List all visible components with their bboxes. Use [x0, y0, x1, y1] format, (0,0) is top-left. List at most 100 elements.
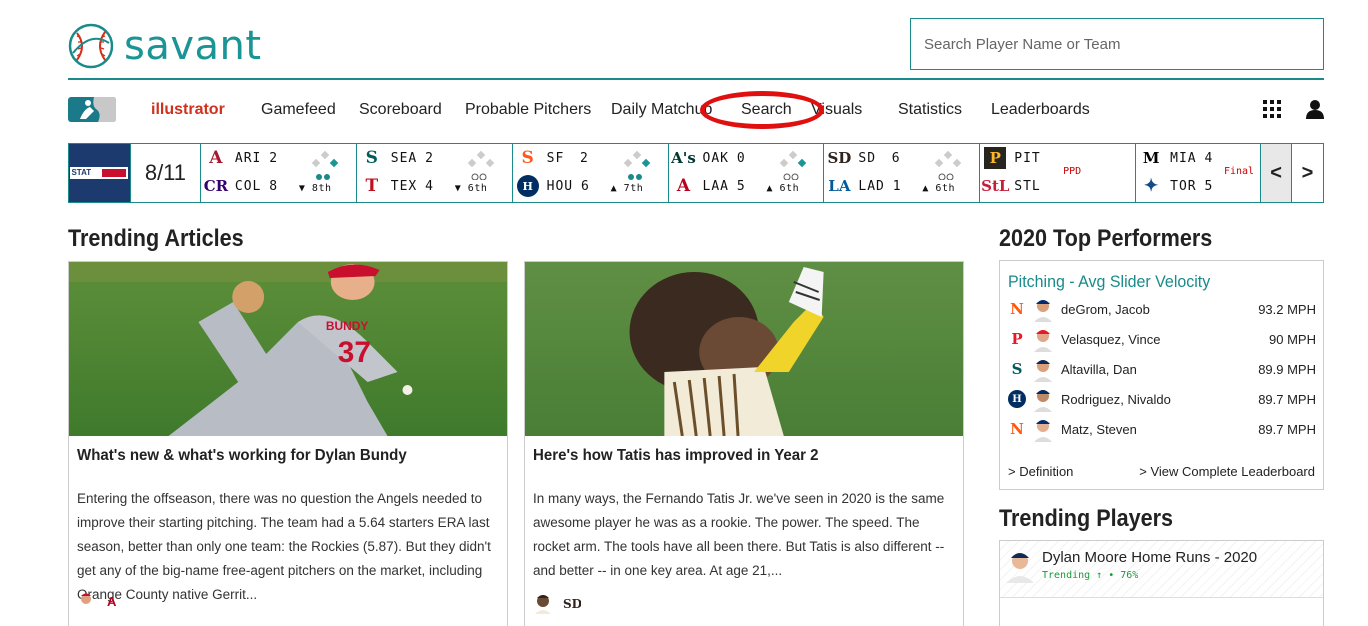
home-score: 5: [736, 178, 745, 194]
user-icon[interactable]: [1305, 99, 1325, 119]
jersey-number-text: 37: [338, 336, 371, 369]
nav-statistics[interactable]: Statistics: [898, 101, 962, 119]
home-team: HOU: [546, 178, 574, 194]
savant-logo[interactable]: savant: [68, 22, 262, 70]
nav-scoreboard[interactable]: Scoreboard: [359, 101, 442, 119]
trending-indicator: Trending ↑ • 76%: [1042, 570, 1139, 581]
athletics-icon: A's: [671, 149, 696, 167]
game-card[interactable]: S SEA 2 T TEX 4 ▼ 6th: [357, 144, 513, 202]
article-title[interactable]: What's new & what's working for Dylan Bu…: [77, 447, 407, 465]
player-headshot-icon: [535, 595, 551, 614]
article-card[interactable]: BUNDY 37 What's new & what's working for…: [68, 261, 508, 626]
player-name: Velasquez, Vince: [1061, 331, 1161, 347]
mets-icon: N: [1010, 300, 1024, 318]
game-status: Final: [1223, 166, 1255, 177]
player-name: deGrom, Jacob: [1061, 301, 1150, 317]
search-highlight-oval: [700, 91, 824, 129]
away-score: 2: [269, 150, 278, 166]
apps-grid-icon[interactable]: [1263, 100, 1281, 118]
away-score: 6: [891, 150, 900, 166]
player-value: 89.7 MPH: [1258, 391, 1316, 407]
padres-icon: SD: [563, 597, 581, 611]
player-value: 90 MPH: [1269, 331, 1316, 347]
trending-player-name: Dylan Moore Home Runs - 2020: [1042, 549, 1258, 566]
main-nav: illustrator Gamefeed Scoreboard Probable…: [68, 91, 1325, 129]
performer-row[interactable]: N Matz, Steven 89.7 MPH: [1008, 416, 1316, 442]
game-card[interactable]: SD SD 6 LA LAD 1 ▲ 6th: [824, 144, 981, 202]
game-card[interactable]: A ARI 2 CR COL 8 ▼ 8th: [201, 144, 357, 202]
angels-icon: A: [107, 594, 117, 609]
nav-leaderboards[interactable]: Leaderboards: [991, 101, 1090, 119]
game-card[interactable]: S SF 2 H HOU 6 ▲ 7th: [513, 144, 669, 202]
inning-indicator: ▲ 6th: [766, 183, 800, 194]
home-score: 1: [892, 178, 901, 194]
player-name: Matz, Steven: [1061, 421, 1137, 437]
nav-probable-pitchers[interactable]: Probable Pitchers: [465, 101, 591, 119]
nav-illustrator[interactable]: illustrator: [151, 101, 225, 119]
bases-diamond-icon: [467, 150, 495, 180]
scoreboard-prev-button[interactable]: <: [1261, 144, 1293, 202]
article-card[interactable]: Here's how Tatis has improved in Year 2 …: [524, 261, 964, 626]
away-team: MIA: [1170, 150, 1197, 166]
nav-gamefeed[interactable]: Gamefeed: [261, 101, 336, 119]
inning-indicator: ▼ 6th: [454, 183, 488, 194]
mlb-logo-icon[interactable]: [68, 97, 116, 122]
top-performers-title: 2020 Top Performers: [999, 225, 1213, 252]
jersey-name-text: BUNDY: [326, 319, 368, 333]
header-divider: [68, 78, 1324, 80]
player-value: 89.7 MPH: [1258, 421, 1316, 437]
player-name: Altavilla, Dan: [1061, 361, 1137, 377]
game-status: PPD: [1063, 166, 1082, 177]
player-name: Rodriguez, Nivaldo: [1061, 391, 1171, 407]
pirates-icon: P: [984, 147, 1007, 169]
article-image[interactable]: [525, 262, 963, 437]
home-team: LAA: [702, 178, 729, 194]
definition-link[interactable]: > Definition: [1008, 464, 1073, 479]
trending-players-card: Dylan Moore Home Runs - 2020 Trending ↑ …: [999, 540, 1324, 626]
angels-icon: A: [676, 176, 691, 196]
statcast-logo[interactable]: [69, 144, 131, 202]
performer-row[interactable]: S Altavilla, Dan 89.9 MPH: [1008, 356, 1316, 382]
marlins-icon: M: [1142, 149, 1160, 167]
svg-text:A: A: [107, 594, 117, 609]
phillies-icon: P: [1011, 330, 1023, 348]
performer-row[interactable]: P Velasquez, Vince 90 MPH: [1008, 326, 1316, 352]
player-headshot-icon: [1034, 300, 1052, 322]
diamondbacks-icon: A: [209, 148, 223, 168]
player-headshot-icon: [1034, 330, 1052, 352]
article-excerpt: Entering the offseason, there was no que…: [77, 491, 491, 602]
article-tags: A: [77, 592, 121, 610]
dodgers-icon: LA: [828, 177, 851, 195]
game-card[interactable]: P PIT StL STL PPD: [980, 144, 1137, 202]
bases-diamond-icon: [311, 150, 339, 180]
search-input[interactable]: [924, 35, 1310, 53]
away-team: ARI: [234, 150, 262, 166]
trending-players-title: Trending Players: [999, 505, 1174, 532]
game-card[interactable]: A's OAK 0 A LAA 5 ▲ 6th: [669, 144, 825, 202]
scoreboard-next-button[interactable]: >: [1292, 144, 1323, 202]
inning-indicator: ▲ 7th: [610, 183, 644, 194]
view-leaderboard-link[interactable]: > View Complete Leaderboard: [1139, 464, 1315, 479]
trending-articles-title: Trending Articles: [68, 225, 244, 252]
away-team: SF: [546, 150, 565, 166]
rangers-icon: T: [365, 176, 379, 196]
nav-daily-matchup[interactable]: Daily Matchup: [611, 101, 712, 119]
trending-player-item[interactable]: Dylan Moore Home Runs - 2020 Trending ↑ …: [1000, 541, 1323, 598]
home-team: TOR: [1170, 178, 1197, 194]
performer-row[interactable]: N deGrom, Jacob 93.2 MPH: [1008, 296, 1316, 322]
home-team: COL: [234, 178, 262, 194]
away-score: 0: [736, 150, 745, 166]
article-image[interactable]: BUNDY 37: [69, 262, 507, 436]
performers-metric-title[interactable]: Pitching - Avg Slider Velocity: [1008, 272, 1210, 292]
game-card[interactable]: M MIA 4 ✦ TOR 5 Final: [1136, 144, 1262, 202]
inning-indicator: ▼ 8th: [298, 183, 332, 194]
scoreboard-date[interactable]: 8/11: [131, 144, 201, 202]
svg-text:SD: SD: [563, 597, 581, 611]
article-title[interactable]: Here's how Tatis has improved in Year 2: [533, 447, 819, 465]
away-team: SEA: [390, 150, 418, 166]
away-team: OAK: [702, 150, 729, 166]
performer-row[interactable]: H Rodriguez, Nivaldo 89.7 MPH: [1008, 386, 1316, 412]
mariners-icon: S: [1011, 360, 1023, 378]
search-container[interactable]: [910, 18, 1324, 70]
home-score: 5: [1204, 178, 1213, 194]
